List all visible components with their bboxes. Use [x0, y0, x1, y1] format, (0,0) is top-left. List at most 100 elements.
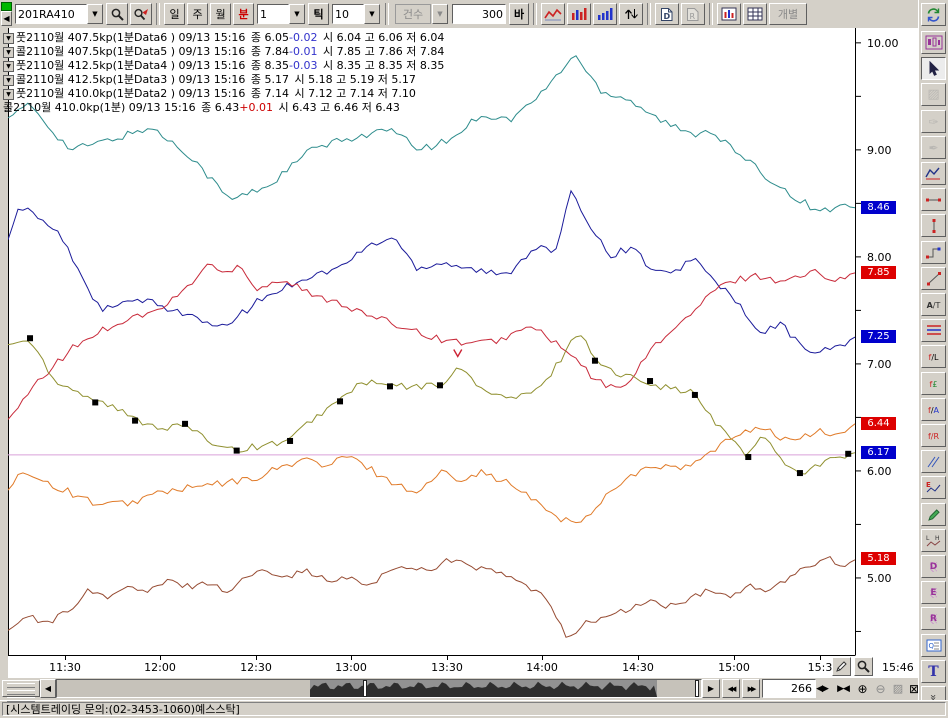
- zoom-magnifier-button[interactable]: [854, 657, 873, 676]
- d-hatch-icon: D: [930, 559, 937, 574]
- legend-text: -0.02: [289, 31, 317, 45]
- toolbar-scroll-left-button[interactable]: ◀: [1, 11, 12, 26]
- window-position-cursor[interactable]: [363, 680, 367, 697]
- bar-position-input[interactable]: [762, 679, 816, 698]
- bar-signal-mode-button[interactable]: [567, 3, 591, 25]
- connection-indicator: [1, 2, 12, 11]
- chevron-down-icon[interactable]: ▼: [364, 4, 380, 24]
- scroll-left-button[interactable]: ◀: [40, 679, 56, 698]
- step-line-button[interactable]: [921, 241, 946, 264]
- svg-text:10.00: 10.00: [867, 37, 899, 50]
- scrollbar-track[interactable]: [56, 679, 702, 698]
- time-label: 15:3: [808, 661, 833, 674]
- fib-levels-icon: f/L: [929, 350, 939, 363]
- e-hatch-button[interactable]: E: [921, 581, 946, 604]
- interval-combo[interactable]: ▼: [257, 4, 305, 24]
- volume-bars-mode-button[interactable]: [593, 3, 617, 25]
- toolbar-separator: [156, 3, 160, 25]
- r-hatch-button[interactable]: R: [921, 607, 946, 630]
- grid-window-button[interactable]: [743, 3, 767, 25]
- expert-line-button[interactable]: E: [921, 476, 946, 499]
- fib-levels-button[interactable]: f/L: [921, 345, 946, 368]
- draw-pen-button[interactable]: [832, 657, 851, 676]
- fast-forward-button[interactable]: ▶▶: [742, 679, 760, 698]
- bars-field[interactable]: [452, 4, 506, 24]
- horizontal-segment-button[interactable]: [921, 188, 946, 211]
- new-doc-button[interactable]: D: [655, 3, 679, 25]
- time-label: 13:00: [335, 661, 367, 674]
- hand-draw-button: ✑: [921, 110, 946, 133]
- time-tick: [734, 656, 735, 660]
- legend-menu-button[interactable]: ▼: [3, 75, 14, 86]
- period-button-월[interactable]: 월: [210, 3, 231, 25]
- period-button-분[interactable]: 분: [233, 3, 254, 25]
- e-hatch-icon: E: [930, 585, 936, 600]
- erase-button: ▨: [921, 83, 946, 106]
- refresh-button[interactable]: [921, 3, 946, 26]
- indicator-line-button[interactable]: [921, 162, 946, 185]
- legend-text: 시 7.85 고 7.86 저 7.84: [318, 45, 445, 59]
- interval-input[interactable]: [257, 4, 289, 24]
- snap-end-button[interactable]: ▶◀: [834, 679, 852, 698]
- symbol-input[interactable]: [15, 4, 87, 24]
- pen-button[interactable]: [921, 503, 946, 526]
- chevron-down-icon[interactable]: ▼: [289, 4, 305, 24]
- search-jump-button[interactable]: [130, 3, 152, 25]
- time-tick: [351, 656, 352, 660]
- count-label: 건수: [395, 4, 431, 24]
- time-tick: [820, 656, 821, 660]
- vertical-segment-icon: [927, 218, 941, 234]
- chevron-down-icon[interactable]: ▼: [87, 4, 103, 24]
- text-tool-button[interactable]: T: [921, 660, 946, 683]
- low-high-button[interactable]: LH: [921, 529, 946, 552]
- quote-list-button[interactable]: Q: [921, 634, 946, 657]
- price-tag: 5.18: [861, 552, 896, 565]
- legend-menu-button[interactable]: ▼: [3, 61, 14, 72]
- close-panel-button[interactable]: ⊠: [906, 679, 922, 698]
- legend-menu-button[interactable]: ▼: [3, 33, 14, 44]
- time-tick: [256, 656, 257, 660]
- period-button-일[interactable]: 일: [164, 3, 185, 25]
- parallel-lines-button[interactable]: [921, 319, 946, 342]
- svg-text:5.00: 5.00: [867, 572, 892, 585]
- legend-menu-button[interactable]: ▼: [3, 47, 14, 58]
- time-label: 12:00: [144, 661, 176, 674]
- toolbar-separator: [385, 3, 389, 25]
- time-tick: [447, 656, 448, 660]
- fib-retracement-button[interactable]: f/R: [921, 424, 946, 447]
- text-annotation-button[interactable]: A/T: [921, 293, 946, 316]
- trend-line-button[interactable]: [921, 267, 946, 290]
- sort-updown-button[interactable]: [619, 3, 643, 25]
- fib-fan-button[interactable]: f/A: [921, 398, 946, 421]
- chart-plot[interactable]: 10.009.008.007.006.005.00: [8, 28, 918, 656]
- fast-back-button[interactable]: ◀◀: [722, 679, 740, 698]
- symbol-combo[interactable]: ▼: [15, 4, 103, 24]
- resize-grip[interactable]: [2, 680, 40, 697]
- bars-unit-button[interactable]: 바: [509, 3, 529, 25]
- tick-button[interactable]: 틱: [308, 3, 329, 25]
- tick-input[interactable]: [332, 4, 364, 24]
- range-end-cursor[interactable]: [695, 680, 699, 697]
- select-cursor-button[interactable]: [921, 57, 946, 80]
- chart-window-button[interactable]: [717, 3, 741, 25]
- line-chart-mode-button[interactable]: [541, 3, 565, 25]
- step-forward-button[interactable]: ▶: [702, 679, 720, 698]
- pan-range-button[interactable]: ◀▶: [812, 679, 832, 698]
- search-button[interactable]: [106, 3, 128, 25]
- tick-combo[interactable]: ▼: [332, 4, 380, 24]
- bars-input[interactable]: [452, 4, 506, 24]
- count-combo: 건수 ▼: [394, 4, 448, 24]
- search-icon: [110, 7, 125, 22]
- legend-text: 풋2110월 407.5kp(1분Data6 ) 09/13 15:16 종 6…: [16, 31, 289, 45]
- indicator-line-icon: [925, 166, 942, 181]
- zoom-in-button[interactable]: ⊕: [854, 679, 871, 698]
- hatch-lines-button[interactable]: [921, 450, 946, 473]
- pattern-grid-button[interactable]: [921, 31, 946, 54]
- vertical-segment-button[interactable]: [921, 214, 946, 237]
- period-button-주[interactable]: 주: [187, 3, 208, 25]
- legend-menu-button[interactable]: ▼: [3, 89, 14, 100]
- fib-channel-button[interactable]: f£: [921, 372, 946, 395]
- d-hatch-button[interactable]: D: [921, 555, 946, 578]
- legend-row: ▼콜2110월 407.5kp(1분Data5 ) 09/13 15:16 종 …: [3, 45, 444, 59]
- legend-row: 콜2110월 410.0kp(1분) 09/13 15:16 종 6.43 +0…: [3, 101, 444, 115]
